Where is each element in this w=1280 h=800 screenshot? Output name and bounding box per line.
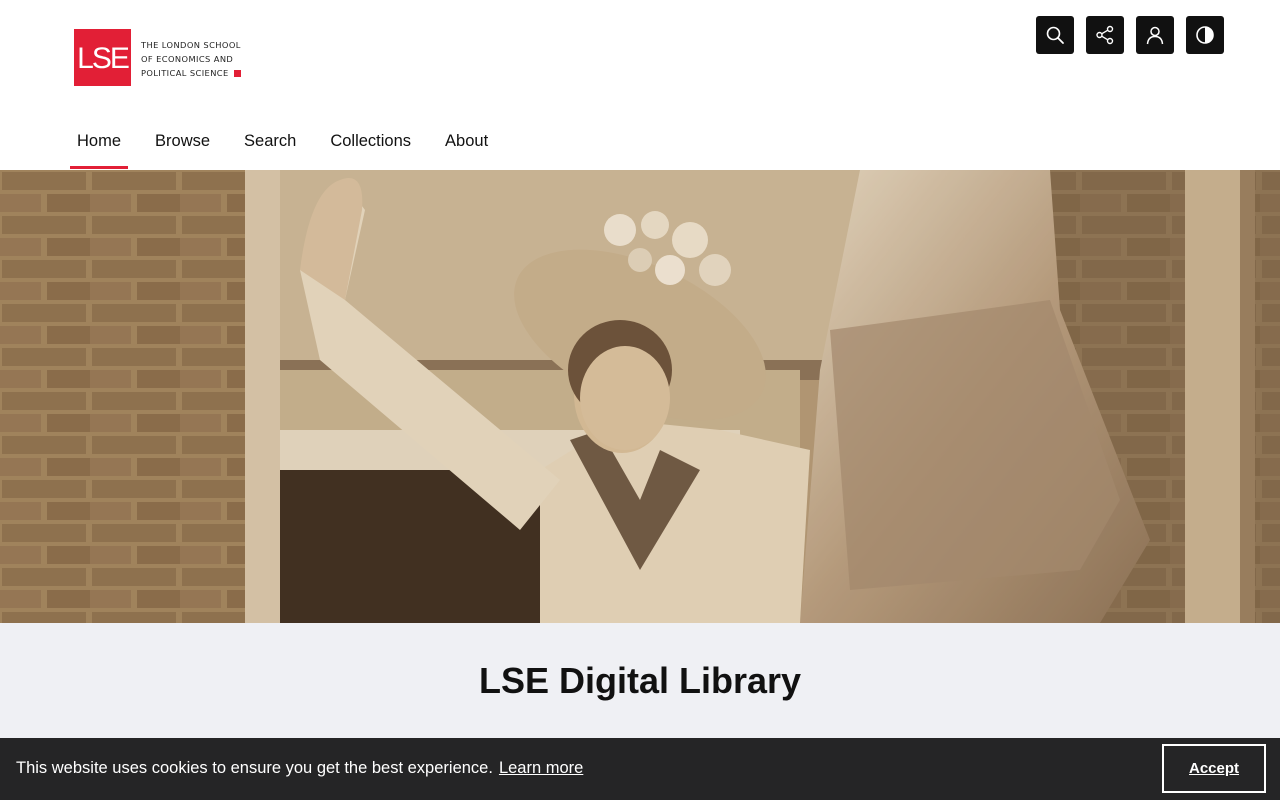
contrast-icon xyxy=(1196,26,1214,44)
share-icon xyxy=(1096,25,1114,45)
cookie-banner: This website uses cookies to ensure you … xyxy=(0,738,1280,800)
user-icon xyxy=(1146,26,1164,45)
nav-about-label: About xyxy=(445,132,489,150)
logo-line-2: of Economics and xyxy=(141,54,234,64)
nav-search[interactable]: Search xyxy=(237,118,303,155)
nav-browse-label: Browse xyxy=(155,132,211,150)
nav-home[interactable]: Home xyxy=(70,118,129,169)
site-header: LSE The London School of Economics and P… xyxy=(0,0,1280,170)
search-button[interactable] xyxy=(1036,16,1074,54)
accept-cookies-button[interactable]: Accept xyxy=(1162,744,1266,793)
hero-photo xyxy=(0,170,1280,623)
nav-about[interactable]: About xyxy=(438,118,495,155)
logo-line-1: The London School xyxy=(141,40,241,50)
account-button[interactable] xyxy=(1136,16,1174,54)
contrast-button[interactable] xyxy=(1186,16,1224,54)
nav-search-label: Search xyxy=(244,132,297,150)
logo-mark: LSE xyxy=(74,29,131,86)
cookie-message-text: This website uses cookies to ensure you … xyxy=(16,759,493,777)
nav-home-label: Home xyxy=(77,132,122,150)
learn-more-link[interactable]: Learn more xyxy=(499,759,583,777)
search-icon xyxy=(1046,26,1064,44)
cookie-message: This website uses cookies to ensure you … xyxy=(16,759,583,778)
header-tools xyxy=(1036,16,1224,54)
lse-logo[interactable]: LSE The London School of Economics and P… xyxy=(74,29,241,86)
nav-collections[interactable]: Collections xyxy=(323,118,418,155)
logo-wordmark: The London School of Economics and Polit… xyxy=(141,38,241,80)
page-title: LSE Digital Library xyxy=(478,660,802,701)
share-button[interactable] xyxy=(1086,16,1124,54)
logo-line-3: Political Science xyxy=(141,68,229,78)
main-nav: Home Browse Search Collections About xyxy=(70,118,495,169)
logo-square-icon xyxy=(233,70,241,77)
nav-browse[interactable]: Browse xyxy=(148,118,217,155)
hero-image xyxy=(0,170,1280,623)
nav-collections-label: Collections xyxy=(330,132,412,150)
